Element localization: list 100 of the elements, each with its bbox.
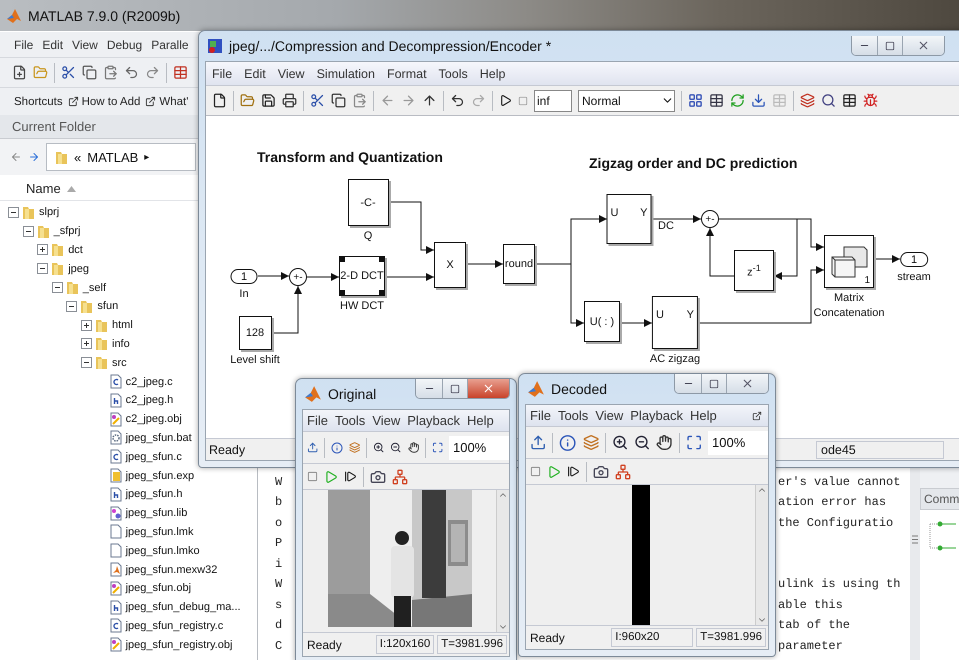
tree-item[interactable]: jpeg_sfun.h (126, 488, 182, 500)
open-folder-icon[interactable] (240, 93, 255, 108)
shortcut-link[interactable]: What' (145, 96, 188, 108)
step-forward-icon[interactable] (344, 470, 357, 483)
maximize-icon[interactable] (885, 40, 895, 50)
undo-icon[interactable] (450, 93, 465, 108)
tree-item[interactable]: c2_jpeg.c (126, 376, 173, 388)
load-icon[interactable] (751, 93, 766, 108)
up-icon[interactable] (422, 93, 437, 108)
menu-item[interactable]: Help (467, 413, 494, 428)
network-icon[interactable] (615, 464, 631, 480)
inport-block[interactable]: 1 (230, 269, 258, 284)
shortcut-icon[interactable] (68, 96, 79, 107)
zoom-out-icon[interactable] (634, 434, 650, 451)
menu-item[interactable]: View (278, 66, 305, 80)
collapse-icon[interactable] (52, 282, 63, 294)
menu-item[interactable]: Help (690, 408, 717, 423)
menu-item[interactable]: Edit (42, 38, 64, 52)
tree-item[interactable]: info (112, 338, 130, 350)
expand-icon[interactable] (37, 244, 48, 256)
tree-item[interactable]: jpeg_sfun_debug_ma... (126, 601, 241, 614)
undock-icon[interactable] (752, 410, 762, 420)
shortcut-icon[interactable] (145, 96, 156, 107)
camera-icon[interactable] (593, 464, 609, 480)
menu-item[interactable]: Help (480, 66, 506, 80)
close-icon[interactable] (482, 382, 495, 395)
menu-item[interactable]: View (372, 413, 400, 428)
network-icon[interactable] (392, 468, 408, 484)
collapse-icon[interactable] (66, 300, 78, 312)
maximize-icon[interactable] (450, 384, 460, 394)
close-button[interactable] (726, 374, 768, 393)
expand-icon[interactable] (81, 320, 92, 331)
maximize-button[interactable] (701, 374, 726, 393)
close-icon[interactable] (741, 377, 754, 390)
refresh-icon[interactable] (730, 93, 745, 108)
function-block[interactable]: z$^{-1}$ (734, 250, 774, 291)
menu-item[interactable]: Simulation (316, 66, 375, 80)
paste-icon[interactable] (103, 65, 118, 80)
stop-icon[interactable] (530, 466, 541, 477)
stop-icon[interactable] (307, 471, 318, 482)
simulation-mode-dropdown[interactable]: Normal (578, 90, 675, 112)
stop-time-field[interactable]: inf (534, 90, 572, 112)
menu-item[interactable]: Tools (334, 413, 366, 428)
tree-item[interactable]: sfun (97, 300, 118, 312)
collapse-icon[interactable] (8, 206, 19, 218)
tree-item[interactable]: jpeg_sfun_registry.c (126, 620, 224, 632)
tree-item[interactable]: jpeg_sfun.bat (126, 432, 192, 444)
tree-item[interactable]: dct (68, 244, 83, 256)
menu-item[interactable]: File (307, 413, 328, 428)
shortcuts-label[interactable]: Shortcuts (14, 96, 63, 108)
path-field[interactable]: « MATLAB ▸ (46, 143, 196, 171)
tree-item[interactable]: jpeg_sfun.obj (126, 582, 192, 594)
tree-item[interactable]: jpeg_sfun.mexw32 (126, 564, 218, 576)
export-icon[interactable] (530, 434, 546, 451)
back-icon[interactable] (10, 151, 22, 163)
sum-block[interactable]: +- (289, 268, 307, 286)
maximize-button[interactable] (877, 36, 902, 55)
undo-icon[interactable] (124, 65, 139, 80)
function-block[interactable]: X (434, 242, 466, 288)
maximize-icon[interactable] (709, 378, 719, 388)
tree-item[interactable]: html (112, 319, 133, 332)
grip-icon[interactable] (912, 535, 918, 544)
close-button[interactable] (467, 379, 509, 398)
debug-icon[interactable] (863, 93, 878, 108)
menu-item[interactable]: Tools (558, 408, 588, 423)
menu-item[interactable]: Playback (630, 408, 684, 423)
menu-item[interactable]: File (530, 408, 551, 423)
shortcut-link[interactable]: How to Add (68, 96, 140, 108)
hand-icon[interactable] (656, 434, 673, 451)
sum-block[interactable]: +- (701, 210, 719, 228)
tree-item[interactable]: jpeg_sfun.lmko (126, 544, 200, 557)
subsystem-block[interactable]: U Y (652, 296, 698, 349)
subsystem-block[interactable]: U Y (606, 194, 652, 244)
tree-item[interactable]: jpeg_sfun.lib (126, 507, 188, 520)
tree-item[interactable]: jpeg_sfun.exp (126, 470, 194, 482)
cut-icon[interactable] (310, 93, 325, 108)
paste-icon[interactable] (352, 93, 367, 108)
copy-icon[interactable] (82, 65, 97, 80)
tree-item[interactable]: slprj (39, 206, 60, 218)
tree-item[interactable]: _sfprj (54, 225, 80, 238)
print-icon[interactable] (282, 93, 297, 108)
scrollbar[interactable] (496, 490, 509, 632)
fit-icon[interactable] (686, 434, 702, 451)
save-icon[interactable] (261, 93, 276, 108)
tree-item[interactable]: c2_jpeg.obj (126, 413, 182, 426)
step-forward-icon[interactable] (567, 465, 580, 478)
expand-icon[interactable] (81, 338, 92, 350)
tree-item[interactable]: _self (82, 282, 106, 294)
collapse-icon[interactable] (37, 263, 48, 274)
function-block[interactable]: round (503, 244, 535, 284)
menu-item[interactable]: View (595, 408, 624, 423)
tree-item[interactable]: jpeg_sfun.lmk (126, 526, 194, 538)
matrix-concatenation-block[interactable]: 1 (824, 235, 874, 288)
tree-item[interactable]: src (112, 356, 127, 369)
scrollbar[interactable] (755, 485, 768, 625)
new-file-icon[interactable] (212, 93, 227, 108)
column-header[interactable]: Name (26, 181, 61, 196)
close-icon[interactable] (917, 39, 930, 52)
menu-item[interactable]: Format (386, 66, 427, 80)
play-icon[interactable] (499, 94, 512, 107)
